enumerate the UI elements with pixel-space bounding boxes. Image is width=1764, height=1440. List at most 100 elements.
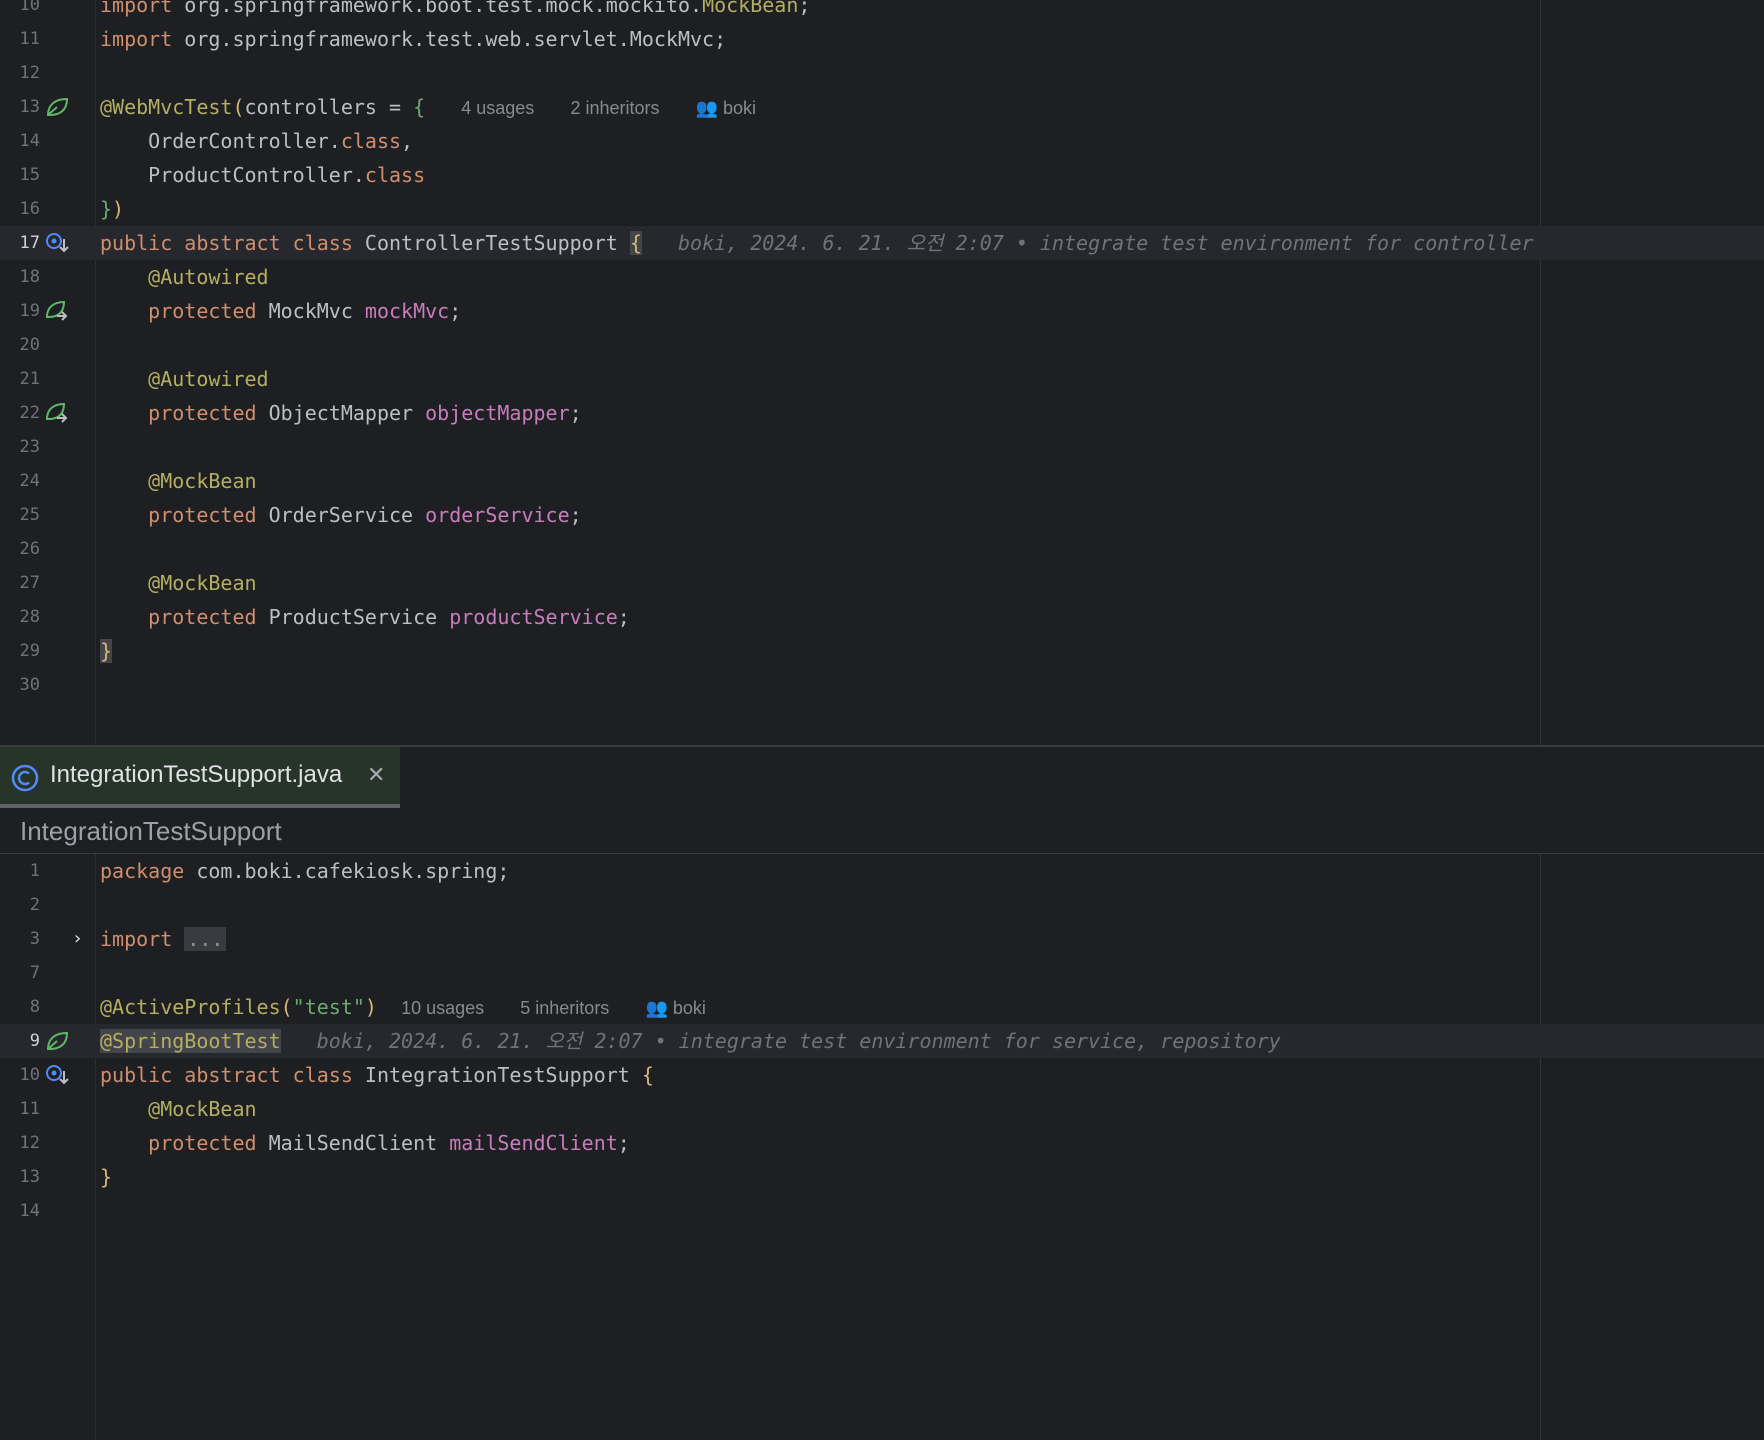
code-text[interactable]: @MockBean [100,1092,256,1126]
code-line[interactable]: 10 public abstract class IntegrationTestS… [0,1058,1764,1092]
code-text[interactable]: @ActiveProfiles("test") 10 usages 5 inhe… [100,990,706,1025]
line-number[interactable]: 19 [0,294,40,328]
line-number[interactable]: 30 [0,668,40,702]
implemented-by-icon[interactable] [44,1063,70,1087]
line-number[interactable]: 12 [0,1126,40,1160]
code-line[interactable]: 21 @Autowired [0,362,1764,396]
code-line[interactable]: 29} [0,634,1764,668]
code-line[interactable]: 2 [0,888,1764,922]
code-line[interactable]: 11 import org.springframework.test.web.se… [0,22,1764,56]
code-text[interactable]: @Autowired [100,260,268,294]
code-line[interactable]: 26 [0,532,1764,566]
code-text[interactable]: protected ObjectMapper objectMapper; [100,396,582,430]
tab-integration-test-support[interactable]: IntegrationTestSupport.java ✕ [0,747,400,809]
code-line[interactable]: 30 [0,668,1764,702]
inlay-hint[interactable]: 👥 boki [645,998,705,1018]
code-line[interactable]: 12 [0,56,1764,90]
code-line[interactable]: 28 protected ProductService productServi… [0,600,1764,634]
close-icon[interactable]: ✕ [367,763,385,788]
line-number[interactable]: 28 [0,600,40,634]
code-line[interactable]: 16}) [0,192,1764,226]
line-number[interactable]: 8 [0,990,40,1024]
line-number[interactable]: 13 [0,90,40,124]
code-line[interactable]: 19 protected MockMvc mockMvc; [0,294,1764,328]
line-number[interactable]: 10 [0,0,40,22]
autowired-bean-icon[interactable] [44,401,70,425]
inlay-hint[interactable]: 5 inheritors [520,998,609,1018]
code-line[interactable]: 23 [0,430,1764,464]
line-number[interactable]: 12 [0,56,40,90]
autowired-bean-icon[interactable] [44,299,70,323]
code-text[interactable]: OrderController.class, [100,124,413,158]
line-number[interactable]: 10 [0,1058,40,1092]
code-line[interactable]: 1 package com.boki.cafekiosk.spring; [0,854,1764,888]
line-number[interactable]: 2 [0,888,40,922]
line-number[interactable]: 9 [0,1024,40,1058]
code-line[interactable]: 13 @WebMvcTest(controllers = { 4 usages 2… [0,90,1764,124]
code-line[interactable]: 14 OrderController.class, [0,124,1764,158]
code-line[interactable]: 22 protected ObjectMapper objectMapper; [0,396,1764,430]
code-token[interactable]: ... [184,927,227,951]
line-number[interactable]: 20 [0,328,40,362]
code-text[interactable]: @WebMvcTest(controllers = { 4 usages 2 i… [100,90,756,125]
line-number[interactable]: 13 [0,1160,40,1194]
code-line[interactable]: 8 @ActiveProfiles("test") 10 usages 5 inh… [0,990,1764,1024]
code-text[interactable]: @SpringBootTest boki, 2024. 6. 21. 오전 2:… [100,1024,1281,1058]
code-line[interactable]: 27 @MockBean [0,566,1764,600]
inlay-hint[interactable]: 👥 boki [696,98,756,118]
code-line[interactable]: 7 [0,956,1764,990]
code-text[interactable]: import org.springframework.test.web.serv… [100,22,726,56]
code-line[interactable]: 15 ProductController.class [0,158,1764,192]
line-number[interactable]: 16 [0,192,40,226]
line-number[interactable]: 14 [0,1194,40,1228]
breadcrumb-class[interactable]: IntegrationTestSupport [20,816,282,847]
code-line[interactable]: 20 [0,328,1764,362]
top-editor[interactable]: 10 import org.springframework.boot.test.m… [0,0,1764,745]
code-text[interactable]: @MockBean [100,464,256,498]
code-text[interactable]: } [100,1160,112,1194]
code-text[interactable]: import ... [100,922,227,956]
code-line[interactable]: 18 @Autowired [0,260,1764,294]
line-number[interactable]: 25 [0,498,40,532]
inlay-hint[interactable]: 4 usages [461,98,534,118]
chevron-right-icon[interactable]: › [74,922,100,949]
line-number[interactable]: 21 [0,362,40,396]
code-line[interactable]: 24 @MockBean [0,464,1764,498]
line-number[interactable]: 15 [0,158,40,192]
bottom-editor[interactable]: 1 package com.boki.cafekiosk.spring; 2 3 › im… [0,854,1764,1440]
code-line[interactable]: 13} [0,1160,1764,1194]
code-line[interactable]: 10 import org.springframework.boot.test.m… [0,0,1764,22]
inlay-hint[interactable]: 2 inheritors [570,98,659,118]
code-text[interactable]: public abstract class ControllerTestSupp… [100,226,1534,260]
code-text[interactable]: } [100,634,113,668]
line-number[interactable]: 26 [0,532,40,566]
code-text[interactable]: package com.boki.cafekiosk.spring; [100,854,509,888]
spring-bean-icon[interactable] [44,1029,70,1053]
code-text[interactable]: import org.springframework.boot.test.moc… [100,0,810,22]
code-line[interactable]: 14 [0,1194,1764,1228]
line-number[interactable]: 11 [0,1092,40,1126]
spring-bean-icon[interactable] [44,95,70,119]
code-line[interactable]: 25 protected OrderService orderService; [0,498,1764,532]
code-text[interactable]: protected ProductService productService; [100,600,630,634]
code-line[interactable]: 9 @SpringBootTest boki, 2024. 6. 21. 오전 2… [0,1024,1764,1058]
line-number[interactable]: 24 [0,464,40,498]
line-number[interactable]: 17 [0,226,40,260]
code-line[interactable]: 12 protected MailSendClient mailSendClie… [0,1126,1764,1160]
line-number[interactable]: 14 [0,124,40,158]
line-number[interactable]: 3 [0,922,40,956]
line-number[interactable]: 22 [0,396,40,430]
line-number[interactable]: 11 [0,22,40,56]
code-text[interactable]: @Autowired [100,362,268,396]
line-number[interactable]: 27 [0,566,40,600]
code-text[interactable]: protected OrderService orderService; [100,498,582,532]
code-text[interactable]: protected MockMvc mockMvc; [100,294,461,328]
line-number[interactable]: 18 [0,260,40,294]
code-line[interactable]: 3 › import ... [0,922,1764,956]
code-line[interactable]: 17 public abstract class ControllerTestSu… [0,226,1764,260]
line-number[interactable]: 7 [0,956,40,990]
inlay-hint[interactable]: 10 usages [401,998,484,1018]
line-number[interactable]: 29 [0,634,40,668]
line-number[interactable]: 23 [0,430,40,464]
code-line[interactable]: 11 @MockBean [0,1092,1764,1126]
